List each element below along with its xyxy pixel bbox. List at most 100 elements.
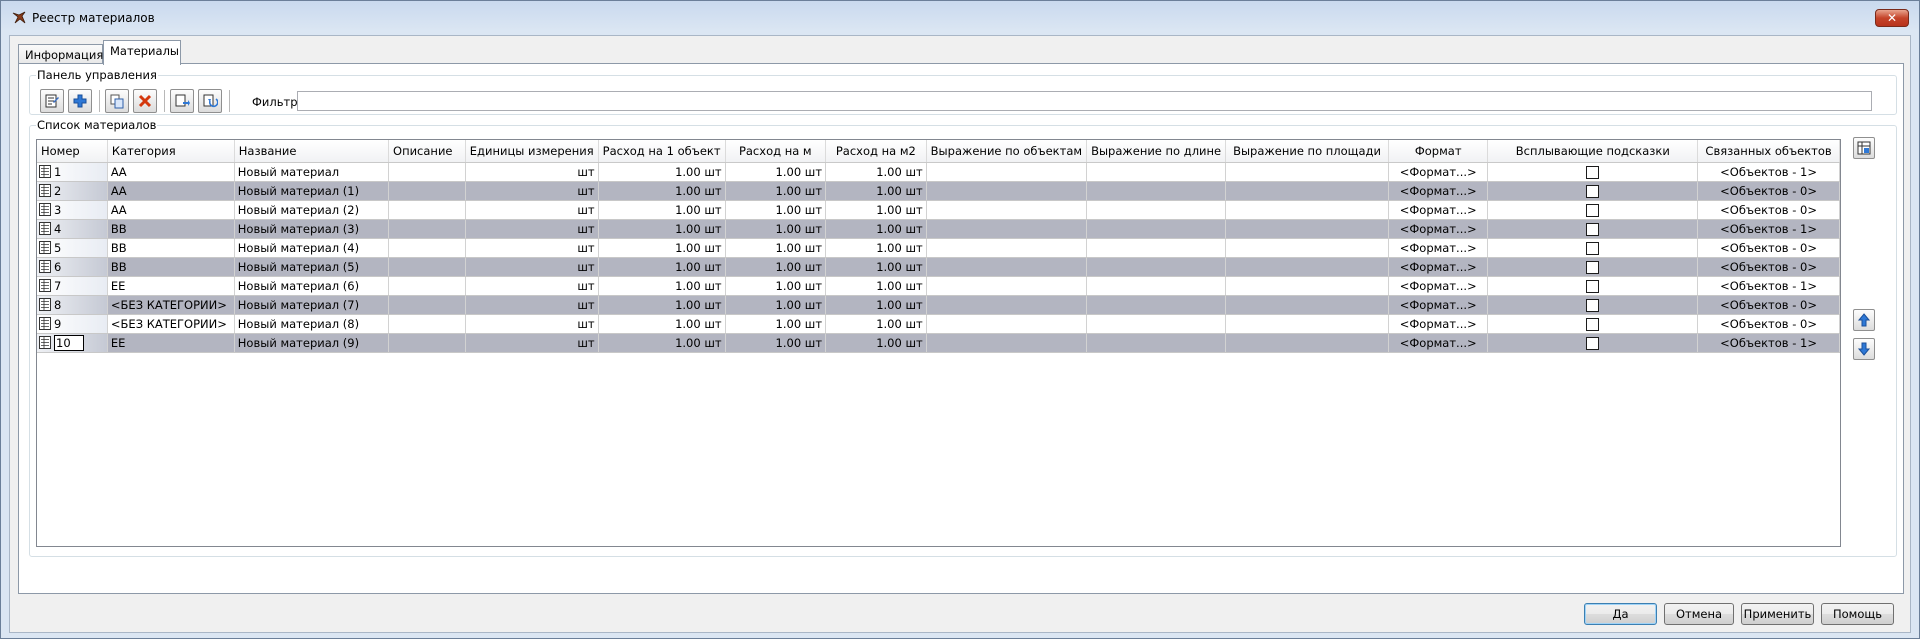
cell-number[interactable]: 7 <box>37 276 108 296</box>
cell-name[interactable]: Новый материал <box>234 162 390 182</box>
cell-per-m[interactable]: 1.00 шт <box>725 295 827 315</box>
cell-per-m[interactable]: 1.00 шт <box>725 219 827 239</box>
cell-category[interactable]: ЕЕ <box>107 333 235 353</box>
cell-per-m2[interactable]: 1.00 шт <box>825 238 927 258</box>
tooltip-checkbox[interactable] <box>1586 317 1600 331</box>
cell-description[interactable] <box>388 219 466 239</box>
tooltip-checkbox[interactable] <box>1586 222 1600 236</box>
cell-number[interactable]: 5 <box>37 238 108 258</box>
cell-number[interactable]: 2 <box>37 181 108 201</box>
column-header-expr-length[interactable]: Выражение по длине <box>1086 140 1227 163</box>
cell-format[interactable]: <Формат...> <box>1388 200 1489 220</box>
cell-expr-area[interactable] <box>1225 276 1389 296</box>
cell-category[interactable]: АА <box>107 200 235 220</box>
cell-name[interactable]: Новый материал (3) <box>234 219 390 239</box>
cell-expr-length[interactable] <box>1086 276 1227 296</box>
cell-expr-length[interactable] <box>1086 257 1227 277</box>
cell-expr-objects[interactable] <box>926 162 1088 182</box>
cell-expr-objects[interactable] <box>926 219 1088 239</box>
cell-per-m2[interactable]: 1.00 шт <box>825 276 927 296</box>
materials-grid[interactable]: Номер Категория Название Описание Единиц… <box>36 139 1841 547</box>
column-header-description[interactable]: Описание <box>388 140 466 163</box>
cell-unit[interactable]: шт <box>465 333 599 353</box>
cell-name[interactable]: Новый материал (8) <box>234 314 390 334</box>
tab-materials[interactable]: Материалы <box>103 40 181 65</box>
cell-expr-area[interactable] <box>1225 314 1389 334</box>
tooltip-checkbox[interactable] <box>1586 184 1600 198</box>
cell-per-m2[interactable]: 1.00 шт <box>825 200 927 220</box>
cell-per-object[interactable]: 1.00 шт <box>598 333 726 353</box>
cell-unit[interactable]: шт <box>465 181 599 201</box>
cell-per-m[interactable]: 1.00 шт <box>725 333 827 353</box>
table-row[interactable]: 8 <БЕЗ КАТЕГОРИИ> Новый материал (7) шт 1.00… <box>37 295 1840 315</box>
table-row[interactable]: 7 ЕЕ Новый материал (6) шт 1.00 шт 1.00 шт 1.0… <box>37 276 1840 296</box>
cell-expr-area[interactable] <box>1225 257 1389 277</box>
column-header-linked-objects[interactable]: Связанных объектов <box>1697 140 1840 163</box>
column-header-per-m[interactable]: Расход на м <box>725 140 827 163</box>
cell-name[interactable]: Новый материал (9) <box>234 333 390 353</box>
cell-unit[interactable]: шт <box>465 219 599 239</box>
cell-description[interactable] <box>388 276 466 296</box>
column-header-category[interactable]: Категория <box>107 140 235 163</box>
cell-expr-length[interactable] <box>1086 219 1227 239</box>
cell-format[interactable]: <Формат...> <box>1388 276 1489 296</box>
cell-per-object[interactable]: 1.00 шт <box>598 162 726 182</box>
cell-per-m[interactable]: 1.00 шт <box>725 162 827 182</box>
cell-description[interactable] <box>388 238 466 258</box>
cell-per-object[interactable]: 1.00 шт <box>598 181 726 201</box>
cell-number[interactable]: 10 <box>37 333 108 353</box>
cell-name[interactable]: Новый материал (7) <box>234 295 390 315</box>
cell-per-m[interactable]: 1.00 шт <box>725 200 827 220</box>
cell-expr-length[interactable] <box>1086 333 1227 353</box>
cell-per-object[interactable]: 1.00 шт <box>598 219 726 239</box>
tooltip-checkbox[interactable] <box>1586 336 1600 350</box>
export-button[interactable] <box>170 89 194 113</box>
cell-linked-objects[interactable]: <Объектов - 1> <box>1697 162 1840 182</box>
cell-name[interactable]: Новый материал (4) <box>234 238 390 258</box>
column-header-per-object[interactable]: Расход на 1 объект <box>598 140 726 163</box>
tooltip-checkbox[interactable] <box>1586 203 1600 217</box>
cell-linked-objects[interactable]: <Объектов - 0> <box>1697 181 1840 201</box>
cell-per-object[interactable]: 1.00 шт <box>598 295 726 315</box>
cell-description[interactable] <box>388 257 466 277</box>
cell-linked-objects[interactable]: <Объектов - 0> <box>1697 200 1840 220</box>
cell-expr-objects[interactable] <box>926 314 1088 334</box>
cell-per-m2[interactable]: 1.00 шт <box>825 257 927 277</box>
column-header-expr-objects[interactable]: Выражение по объектам <box>926 140 1088 163</box>
cell-unit[interactable]: шт <box>465 162 599 182</box>
cell-expr-area[interactable] <box>1225 181 1389 201</box>
cell-category[interactable]: ЕЕ <box>107 276 235 296</box>
cell-per-object[interactable]: 1.00 шт <box>598 200 726 220</box>
cell-per-m2[interactable]: 1.00 шт <box>825 219 927 239</box>
cell-expr-objects[interactable] <box>926 181 1088 201</box>
cell-unit[interactable]: шт <box>465 200 599 220</box>
column-header-format[interactable]: Формат <box>1388 140 1489 163</box>
cell-number[interactable]: 3 <box>37 200 108 220</box>
cell-number[interactable]: 6 <box>37 257 108 277</box>
cell-per-m2[interactable]: 1.00 шт <box>825 314 927 334</box>
cell-unit[interactable]: шт <box>465 238 599 258</box>
copy-material-button[interactable] <box>105 89 129 113</box>
table-row[interactable]: 10 ЕЕ Новый материал (9) шт 1.00 шт 1.00 шт 1.… <box>37 333 1840 353</box>
cell-unit[interactable]: шт <box>465 314 599 334</box>
table-row[interactable]: 6 ВВ Новый материал (5) шт 1.00 шт 1.00 шт 1.0… <box>37 257 1840 277</box>
column-header-name[interactable]: Название <box>234 140 390 163</box>
filter-input[interactable] <box>297 91 1872 111</box>
cell-description[interactable] <box>388 314 466 334</box>
cell-linked-objects[interactable]: <Объектов - 1> <box>1697 333 1840 353</box>
column-settings-button[interactable] <box>1853 137 1875 159</box>
cell-expr-area[interactable] <box>1225 333 1389 353</box>
cell-unit[interactable]: шт <box>465 295 599 315</box>
cell-name[interactable]: Новый материал (5) <box>234 257 390 277</box>
table-row[interactable]: 1 АА Новый материал шт 1.00 шт 1.00 шт 1.00 шт… <box>37 162 1840 182</box>
cell-format[interactable]: <Формат...> <box>1388 238 1489 258</box>
cell-expr-objects[interactable] <box>926 257 1088 277</box>
column-header-expr-area[interactable]: Выражение по площади <box>1225 140 1389 163</box>
cell-per-m2[interactable]: 1.00 шт <box>825 181 927 201</box>
cell-per-m2[interactable]: 1.00 шт <box>825 333 927 353</box>
cell-format[interactable]: <Формат...> <box>1388 162 1489 182</box>
cell-unit[interactable]: шт <box>465 276 599 296</box>
cell-name[interactable]: Новый материал (6) <box>234 276 390 296</box>
cell-per-m[interactable]: 1.00 шт <box>725 181 827 201</box>
cell-description[interactable] <box>388 295 466 315</box>
